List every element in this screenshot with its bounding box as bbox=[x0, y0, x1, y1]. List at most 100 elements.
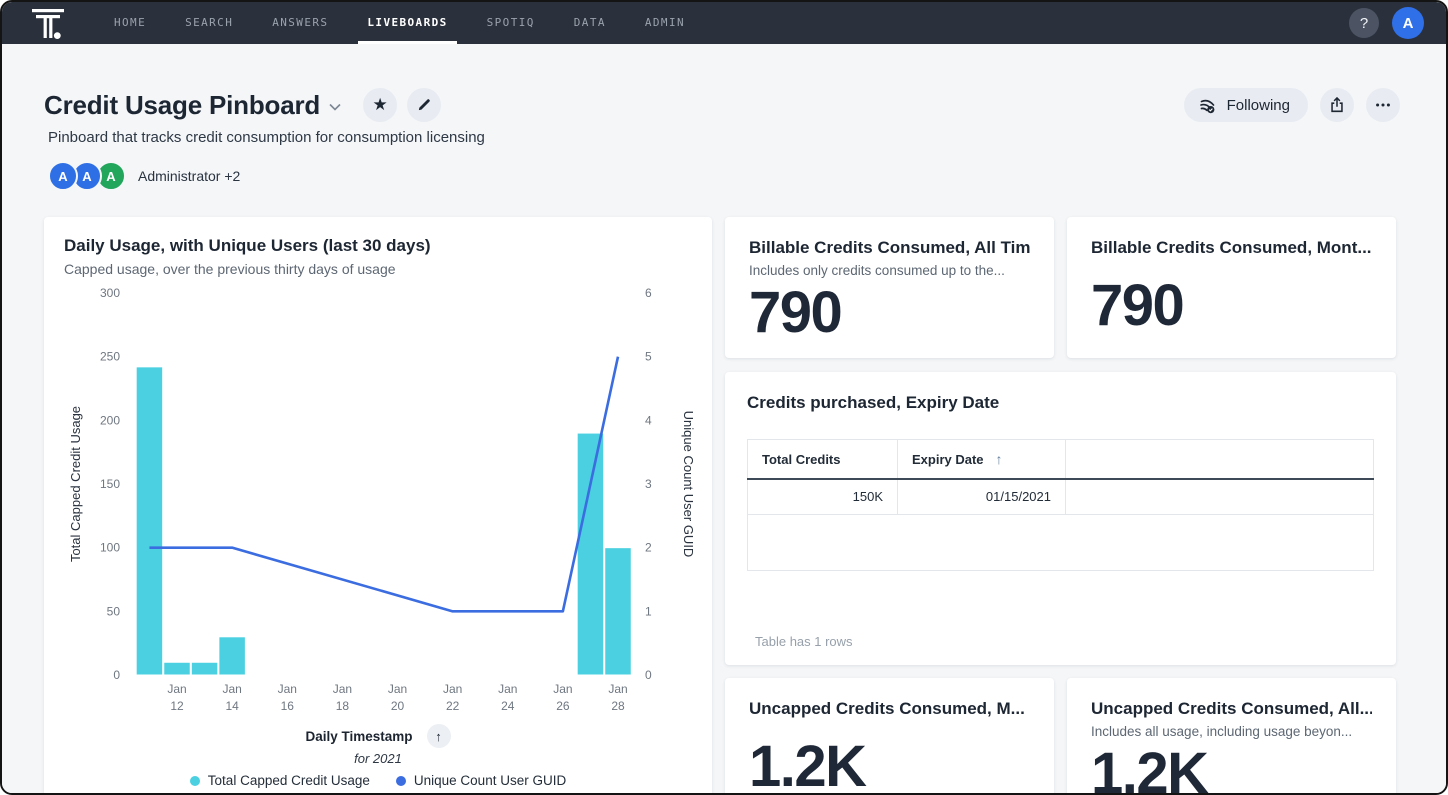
share-icon bbox=[1328, 96, 1346, 114]
tile-billable-credits-month[interactable]: Billable Credits Consumed, Mont... 790 bbox=[1067, 217, 1396, 358]
x-axis-sort-button[interactable]: ↑ bbox=[427, 724, 451, 748]
x-tick-month: Jan bbox=[278, 682, 297, 696]
combo-chart[interactable]: 0501001502002503000123456Total Capped Cr… bbox=[44, 280, 712, 722]
y-left-tick: 150 bbox=[100, 477, 120, 491]
thoughtspot-logo-icon bbox=[31, 6, 65, 40]
legend-dot-line bbox=[396, 776, 406, 786]
thoughtspot-logo[interactable] bbox=[30, 5, 66, 41]
credits-table: Total CreditsExpiry Date↑ 150K01/15/2021 bbox=[747, 439, 1374, 571]
tile-billable-credits-all-time[interactable]: Billable Credits Consumed, All Time Incl… bbox=[725, 217, 1054, 358]
kpi-title: Billable Credits Consumed, All Time bbox=[749, 238, 1030, 258]
following-button[interactable]: Following bbox=[1184, 88, 1308, 122]
x-axis-note: for 2021 bbox=[44, 751, 712, 766]
tile-daily-usage-chart[interactable]: Daily Usage, with Unique Users (last 30 … bbox=[44, 217, 712, 795]
y-left-tick: 50 bbox=[107, 604, 121, 618]
nav-item-liveboards[interactable]: LIVEBOARDS bbox=[367, 2, 447, 44]
legend-label-line: Unique Count User GUID bbox=[414, 773, 566, 788]
tile-uncapped-credits-month[interactable]: Uncapped Credits Consumed, M... 1.2K bbox=[725, 678, 1054, 795]
y-left-tick: 200 bbox=[100, 413, 120, 427]
help-button[interactable]: ? bbox=[1349, 8, 1379, 38]
table-row[interactable]: 150K01/15/2021 bbox=[748, 479, 1374, 514]
top-navbar: HOME SEARCH ANSWERS LIVEBOARDS SPOTIQ DATA ADM… bbox=[2, 2, 1446, 44]
edit-pencil-button[interactable] bbox=[407, 88, 441, 122]
y-left-tick: 0 bbox=[113, 668, 120, 682]
nav-item-answers[interactable]: ANSWERS bbox=[272, 2, 328, 44]
kpi-value: 1.2K bbox=[1091, 745, 1372, 795]
authors-row: AAA Administrator +2 bbox=[48, 161, 1400, 191]
nav-item-admin[interactable]: ADMIN bbox=[645, 2, 685, 44]
title-dropdown-caret-icon[interactable] bbox=[329, 98, 341, 116]
author-avatars: AAA bbox=[48, 161, 120, 191]
kpi-value: 790 bbox=[749, 284, 1030, 342]
sort-asc-icon[interactable]: ↑ bbox=[996, 451, 1003, 467]
kpi-value: 1.2K bbox=[749, 738, 1030, 795]
pinboard-description: Pinboard that tracks credit consumption … bbox=[48, 129, 1400, 146]
chart-subtitle: Capped usage, over the previous thirty d… bbox=[64, 261, 692, 277]
share-button[interactable] bbox=[1320, 88, 1354, 122]
legend-label-bars: Total Capped Credit Usage bbox=[208, 773, 370, 788]
x-tick-month: Jan bbox=[333, 682, 352, 696]
legend-item-line[interactable]: Unique Count User GUID bbox=[396, 773, 566, 788]
page-title[interactable]: Credit Usage Pinboard bbox=[44, 90, 320, 121]
more-dots-icon bbox=[1374, 96, 1392, 114]
more-options-button[interactable] bbox=[1366, 88, 1400, 122]
x-tick-month: Jan bbox=[167, 682, 186, 696]
y-left-axis-title[interactable]: Total Capped Credit Usage bbox=[68, 406, 83, 562]
x-tick-month: Jan bbox=[553, 682, 572, 696]
table-row-count: Table has 1 rows bbox=[755, 634, 853, 649]
y-right-tick: 3 bbox=[645, 477, 652, 491]
x-tick-month: Jan bbox=[388, 682, 407, 696]
legend-item-bars[interactable]: Total Capped Credit Usage bbox=[190, 773, 370, 788]
table-cell[interactable]: 150K bbox=[748, 479, 898, 514]
bar-jan-28[interactable] bbox=[605, 548, 632, 675]
x-tick-day: 20 bbox=[391, 699, 405, 713]
table-cell[interactable]: 01/15/2021 bbox=[898, 479, 1066, 514]
y-left-tick: 100 bbox=[100, 541, 120, 555]
kpi-title: Uncapped Credits Consumed, All... bbox=[1091, 699, 1372, 719]
nav-item-data[interactable]: DATA bbox=[574, 2, 606, 44]
line-series[interactable] bbox=[149, 357, 618, 612]
tile-credits-purchased-table[interactable]: Credits purchased, Expiry Date Total Cre… bbox=[725, 372, 1396, 665]
user-avatar[interactable]: A bbox=[1392, 7, 1424, 39]
bar-jan-13[interactable] bbox=[191, 662, 218, 675]
x-tick-day: 28 bbox=[611, 699, 625, 713]
author-avatar[interactable]: A bbox=[48, 161, 78, 191]
bar-jan-11[interactable] bbox=[136, 367, 163, 675]
tile-uncapped-credits-all-time[interactable]: Uncapped Credits Consumed, All... Includ… bbox=[1067, 678, 1396, 795]
y-right-tick: 6 bbox=[645, 286, 652, 300]
x-tick-month: Jan bbox=[608, 682, 627, 696]
favorite-star-button[interactable]: ★ bbox=[363, 88, 397, 122]
y-right-tick: 0 bbox=[645, 668, 652, 682]
nav-item-home[interactable]: HOME bbox=[114, 2, 146, 44]
x-tick-month: Jan bbox=[443, 682, 462, 696]
column-header-expiry-date[interactable]: Expiry Date↑ bbox=[898, 440, 1066, 480]
bar-jan-27[interactable] bbox=[577, 433, 604, 675]
y-right-tick: 5 bbox=[645, 350, 652, 364]
x-tick-day: 26 bbox=[556, 699, 570, 713]
x-axis-label[interactable]: Daily Timestamp bbox=[305, 729, 412, 744]
kpi-title: Billable Credits Consumed, Mont... bbox=[1091, 238, 1372, 258]
nav-item-spotiq[interactable]: SPOTIQ bbox=[487, 2, 535, 44]
bar-jan-12[interactable] bbox=[164, 662, 191, 675]
x-tick-day: 12 bbox=[170, 699, 184, 713]
table-cell[interactable] bbox=[1066, 479, 1374, 514]
x-tick-month: Jan bbox=[498, 682, 517, 696]
nav-item-search[interactable]: SEARCH bbox=[185, 2, 233, 44]
chart-title: Daily Usage, with Unique Users (last 30 … bbox=[64, 236, 692, 256]
app-window: HOME SEARCH ANSWERS LIVEBOARDS SPOTIQ DATA ADM… bbox=[0, 0, 1448, 795]
pinboard-header: Credit Usage Pinboard ★ bbox=[44, 88, 1400, 191]
y-right-axis-title[interactable]: Unique Count User GUID bbox=[681, 411, 696, 558]
table-filler-row bbox=[748, 514, 1374, 570]
column-header-empty bbox=[1066, 440, 1374, 480]
kpi-value: 790 bbox=[1091, 277, 1372, 335]
table-title: Credits purchased, Expiry Date bbox=[747, 393, 1374, 413]
authors-label: Administrator +2 bbox=[138, 168, 240, 184]
pinboard-page: Credit Usage Pinboard ★ bbox=[2, 44, 1446, 795]
column-header-total-credits[interactable]: Total Credits bbox=[748, 440, 898, 480]
y-right-tick: 4 bbox=[645, 413, 652, 427]
primary-nav: HOME SEARCH ANSWERS LIVEBOARDS SPOTIQ DATA ADM… bbox=[114, 2, 724, 44]
bar-jan-14[interactable] bbox=[219, 637, 246, 675]
legend-dot-bars bbox=[190, 776, 200, 786]
y-right-tick: 1 bbox=[645, 604, 652, 618]
navbar-right: ? A bbox=[1349, 7, 1446, 39]
